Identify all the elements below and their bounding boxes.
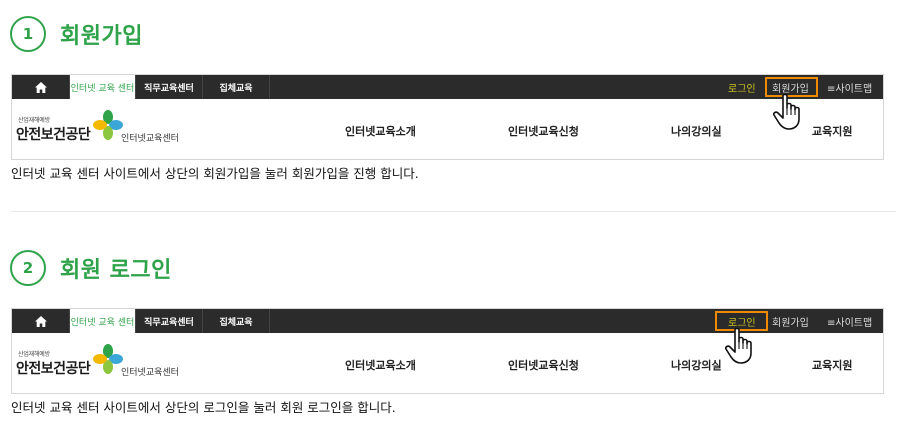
logo-tagline: 산업재해예방 [18,351,50,358]
logo-subtitle: 인터넷교육센터 [121,134,179,144]
tab-group-edu[interactable]: 집체교육 [202,75,270,99]
hand-pointer-icon [725,327,752,364]
tab-internet-edu[interactable]: 인터넷 교육 센터 [69,309,135,333]
tab-job-edu[interactable]: 직무교육센터 [135,309,202,333]
logo-subtitle: 인터넷교육센터 [121,368,179,378]
site-screenshot: 인터넷 교육 센터 직무교육센터 집체교육 로그인 회원가입 ≡사이트맵 산업재… [11,74,884,160]
logo-name: 안전보건공단 [16,361,91,377]
nav-item-support[interactable]: 교육지원 [812,123,852,139]
site-logo[interactable]: 산업재해예방 안전보건공단 인터넷교육센터 [16,339,206,387]
nav-item-classroom[interactable]: 나의강의실 [671,123,722,139]
login-link[interactable]: 로그인 [728,75,756,99]
step-title: 회원가입 [60,24,143,49]
nav-item-apply[interactable]: 인터넷교육신청 [508,123,579,139]
sitemap-link[interactable]: ≡사이트맵 [827,75,872,99]
logo-name: 안전보건공단 [16,127,91,143]
nav-item-intro[interactable]: 인터넷교육소개 [345,123,416,139]
logo-tagline: 산업재해예방 [18,117,50,124]
step-heading: 2 회원 로그인 [10,250,172,286]
logo-mark-icon [93,110,123,140]
home-icon[interactable] [12,309,69,333]
step-caption: 인터넷 교육 센터 사이트에서 상단의 회원가입을 눌러 회원가입을 진행 합니… [11,166,419,181]
site-screenshot: 인터넷 교육 센터 직무교육센터 집체교육 로그인 회원가입 ≡사이트맵 산업재… [11,308,884,394]
nav-item-apply[interactable]: 인터넷교육신청 [508,357,579,373]
top-bar: 인터넷 교육 센터 직무교육센터 집체교육 로그인 회원가입 ≡사이트맵 [12,75,883,99]
step-title: 회원 로그인 [60,258,172,283]
tab-internet-edu[interactable]: 인터넷 교육 센터 [69,75,135,99]
nav-item-intro[interactable]: 인터넷교육소개 [345,357,416,373]
step-number-badge: 2 [10,250,46,286]
tab-job-edu[interactable]: 직무교육센터 [135,75,202,99]
step-heading: 1 회원가입 [10,16,143,52]
step-number-badge: 1 [10,16,46,52]
section-divider [11,211,896,212]
tab-group-edu[interactable]: 집체교육 [202,309,270,333]
step-caption: 인터넷 교육 센터 사이트에서 상단의 로그인을 눌러 회원 로그인을 합니다. [11,400,396,415]
site-logo[interactable]: 산업재해예방 안전보건공단 인터넷교육센터 [16,105,206,153]
hand-pointer-icon [773,93,800,130]
nav-item-support[interactable]: 교육지원 [812,357,852,373]
nav-item-classroom[interactable]: 나의강의실 [671,357,722,373]
sitemap-link[interactable]: ≡사이트맵 [827,309,872,333]
home-icon[interactable] [12,75,69,99]
logo-mark-icon [93,344,123,374]
join-link[interactable]: 회원가입 [772,309,809,333]
